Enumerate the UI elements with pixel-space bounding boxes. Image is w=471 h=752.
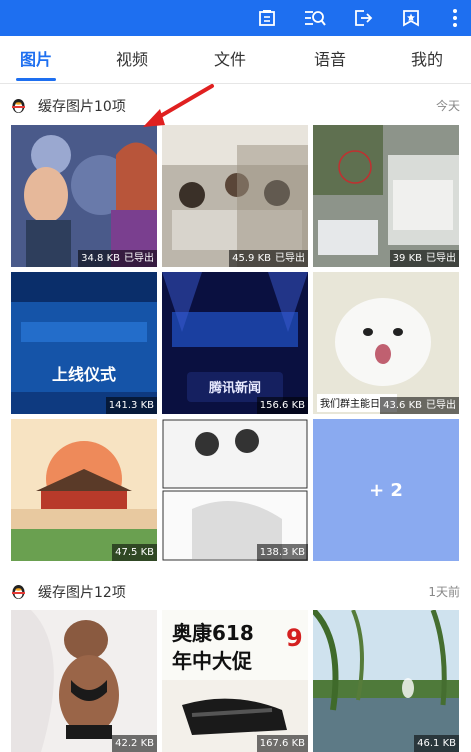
image-info-badge: 43.6 KB 已导出 [380,397,459,414]
image-thumbnail[interactable]: 奥康618 年中大促 9 167.6 KB [162,610,308,752]
qq-penguin-icon [12,99,25,113]
image-thumbnail[interactable]: 47.5 KB [11,419,157,561]
search-list-icon[interactable] [303,6,327,30]
tab-mine[interactable]: 我的 [397,36,457,84]
image-thumbnail[interactable]: 34.8 KB 已导出 [11,125,157,267]
image-info-badge: 167.6 KB [256,735,308,752]
image-info-badge: 39 KB 已导出 [389,250,459,267]
svg-text:年中大促: 年中大促 [172,649,253,673]
top-toolbar [0,0,471,36]
active-tab-indicator [16,78,56,81]
section-title: 缓存图片10项 [38,99,126,115]
image-info-badge: 45.9 KB 已导出 [229,250,308,267]
image-info-badge: 47.5 KB [112,544,157,561]
category-tabs: 图片 视频 文件 语音 我的 [0,36,471,84]
image-thumbnail[interactable]: 我们群主能日 43.6 KB 已导出 [313,272,459,414]
image-thumbnail[interactable]: 138.3 KB [162,419,308,561]
more-images-tile[interactable]: + 2 [313,419,459,561]
section-header: 缓存图片10项 今天 [0,86,471,124]
image-info-badge: 46.1 KB [414,735,459,752]
image-thumbnail[interactable]: 39 KB 已导出 [313,125,459,267]
image-thumbnail[interactable]: 上线仪式 141.3 KB [11,272,157,414]
more-vertical-icon[interactable] [443,6,467,30]
svg-text:腾讯新闻: 腾讯新闻 [208,380,261,396]
image-thumbnail[interactable]: 42.2 KB [11,610,157,752]
image-info-badge: 141.3 KB [105,397,157,414]
qq-penguin-icon [12,585,25,599]
svg-text:9: 9 [286,624,303,652]
section-header: 缓存图片12项 1天前 [0,572,471,610]
image-info-badge: 156.6 KB [256,397,308,414]
tab-voice[interactable]: 语音 [300,36,360,84]
star-folder-icon[interactable] [399,6,423,30]
image-thumbnail[interactable]: 45.9 KB 已导出 [162,125,308,267]
tab-images[interactable]: 图片 [6,36,66,84]
image-info-badge: 138.3 KB [256,544,308,561]
section-date: 1天前 [428,585,460,599]
svg-text:上线仪式: 上线仪式 [52,365,116,384]
image-thumbnail[interactable]: 46.1 KB [313,610,459,752]
svg-text:奥康618: 奥康618 [172,621,254,645]
section-date: 今天 [435,99,460,113]
svg-text:我们群主能日: 我们群主能日 [320,397,380,410]
export-icon[interactable] [351,6,375,30]
tab-files[interactable]: 文件 [200,36,260,84]
tab-videos[interactable]: 视频 [102,36,162,84]
image-info-badge: 42.2 KB [112,735,157,752]
camera-icon[interactable] [255,6,279,30]
image-info-badge: 34.8 KB 已导出 [78,250,157,267]
section-title: 缓存图片12项 [38,585,126,601]
image-thumbnail[interactable]: 腾讯新闻 156.6 KB [162,272,308,414]
